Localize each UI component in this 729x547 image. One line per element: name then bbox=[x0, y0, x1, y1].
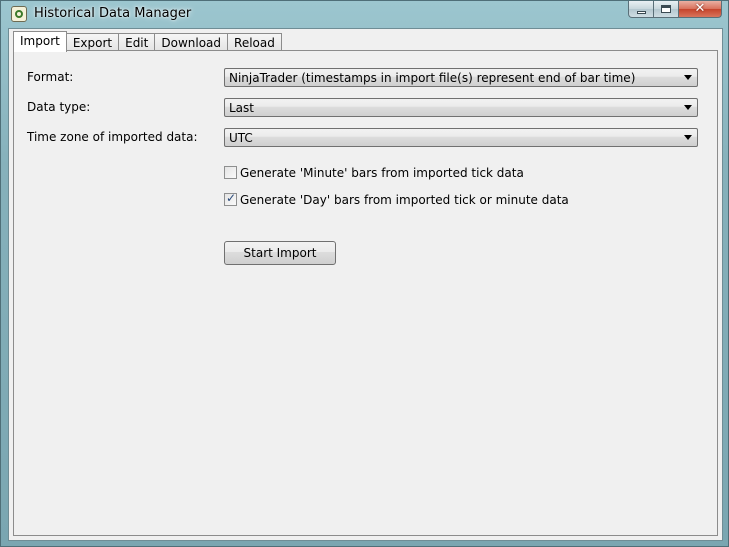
datatype-dropdown[interactable]: Last bbox=[224, 98, 698, 117]
title-bar[interactable]: Historical Data Manager ✕ bbox=[1, 1, 728, 27]
timezone-label: Time zone of imported data: bbox=[27, 130, 198, 144]
tab-import[interactable]: Import bbox=[13, 31, 67, 52]
timezone-dropdown-value: UTC bbox=[229, 131, 253, 145]
client-area: Import Export Edit Download Reload Forma… bbox=[8, 28, 723, 541]
format-dropdown-value: NinjaTrader (timestamps in import file(s… bbox=[229, 71, 636, 85]
close-button[interactable]: ✕ bbox=[679, 1, 722, 18]
app-icon[interactable] bbox=[11, 6, 27, 22]
generate-minute-bars-checkbox[interactable] bbox=[224, 166, 237, 179]
window-title: Historical Data Manager bbox=[34, 6, 192, 21]
datatype-dropdown-value: Last bbox=[229, 101, 254, 115]
format-label: Format: bbox=[27, 70, 74, 84]
generate-minute-bars-label[interactable]: Generate 'Minute' bars from imported tic… bbox=[240, 165, 524, 181]
datatype-label: Data type: bbox=[27, 100, 91, 114]
historical-data-manager-window: Historical Data Manager ✕ Import Export … bbox=[0, 0, 729, 547]
maximize-icon bbox=[661, 5, 671, 13]
tab-edit[interactable]: Edit bbox=[118, 33, 156, 51]
window-controls: ✕ bbox=[628, 1, 722, 19]
maximize-button[interactable] bbox=[654, 1, 679, 18]
import-tab-panel: Format: NinjaTrader (timestamps in impor… bbox=[13, 50, 718, 536]
generate-day-bars-checkbox[interactable] bbox=[224, 191, 237, 206]
chevron-down-icon bbox=[684, 135, 692, 140]
minimize-icon bbox=[637, 11, 646, 14]
tab-reload[interactable]: Reload bbox=[227, 33, 282, 51]
chevron-down-icon bbox=[684, 75, 692, 80]
timezone-dropdown[interactable]: UTC bbox=[224, 128, 698, 147]
tab-strip: Import Export Edit Download Reload bbox=[13, 31, 282, 52]
close-icon: ✕ bbox=[694, 1, 706, 16]
format-dropdown[interactable]: NinjaTrader (timestamps in import file(s… bbox=[224, 68, 698, 87]
minimize-button[interactable] bbox=[628, 1, 654, 18]
start-import-button[interactable]: Start Import bbox=[224, 241, 336, 265]
generate-day-bars-label[interactable]: Generate 'Day' bars from imported tick o… bbox=[240, 192, 569, 208]
tab-export[interactable]: Export bbox=[65, 33, 120, 51]
chevron-down-icon bbox=[684, 105, 692, 110]
tab-download[interactable]: Download bbox=[154, 33, 229, 51]
